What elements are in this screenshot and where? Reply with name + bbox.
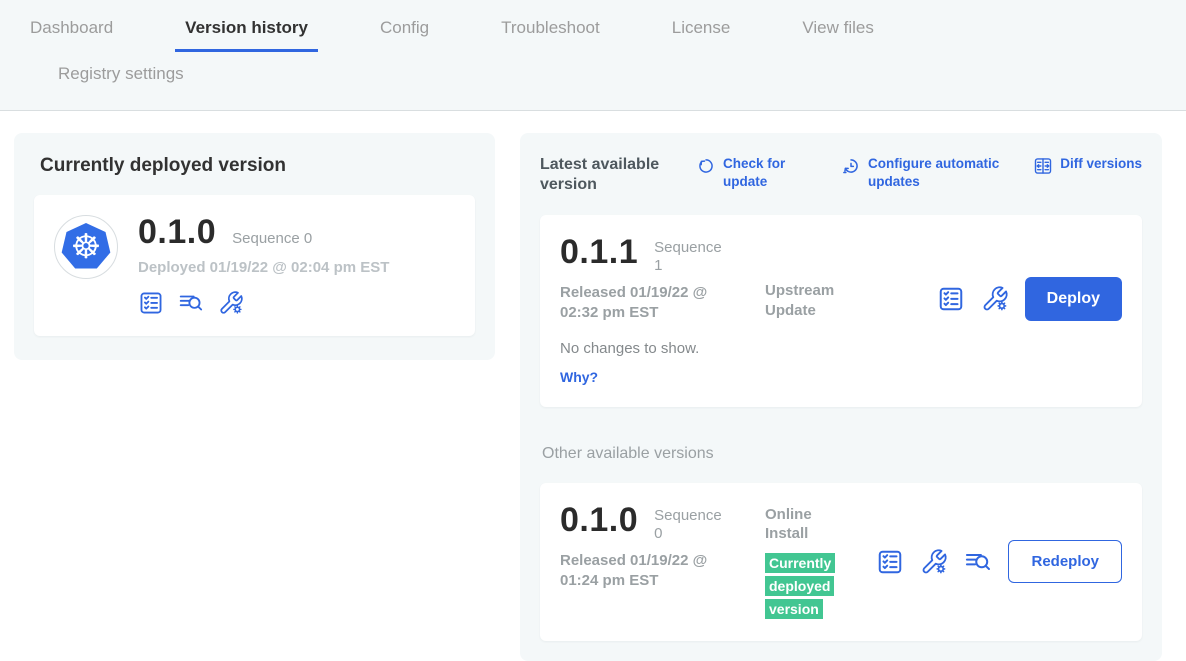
diff-icon <box>1033 156 1053 176</box>
other-sequence-label: Sequence 0 <box>654 503 726 543</box>
currently-deployed-badge: Currently deployed version <box>765 553 835 619</box>
latest-source-label: Upstream Update <box>765 235 860 387</box>
app-navbar: Dashboard Version history Config Trouble… <box>0 0 1186 111</box>
diff-versions-link[interactable]: Diff versions <box>1033 155 1142 176</box>
tab-troubleshoot[interactable]: Troubleshoot <box>491 14 610 52</box>
latest-released-timestamp: Released 01/19/22 @ 02:32 pm EST <box>560 283 738 324</box>
app-logo: ☸ <box>54 215 118 279</box>
no-changes-text: No changes to show. <box>560 340 765 357</box>
configure-automatic-updates-link[interactable]: Configure automatic updates <box>841 155 1010 190</box>
deployed-version-info: 0.1.0 Sequence 0 Deployed 01/19/22 @ 02:… <box>138 215 389 316</box>
other-source-block: Online Install Currently deployed versio… <box>765 503 849 621</box>
tab-license[interactable]: License <box>662 14 741 52</box>
deploy-logs-icon[interactable] <box>178 290 204 316</box>
auto-update-icon <box>841 156 861 176</box>
other-available-versions-title: Other available versions <box>542 445 1142 463</box>
other-source-label: Online Install <box>765 503 849 544</box>
tab-registry-settings[interactable]: Registry settings <box>48 60 1186 98</box>
latest-available-header: Latest available version Check for updat… <box>540 155 1142 195</box>
preflight-checks-icon[interactable] <box>138 290 164 316</box>
deployed-timestamp: Deployed 01/19/22 @ 02:04 pm EST <box>138 259 389 276</box>
available-versions-panel: Latest available version Check for updat… <box>520 133 1162 661</box>
config-icon[interactable] <box>920 548 948 576</box>
tab-dashboard[interactable]: Dashboard <box>20 14 123 52</box>
why-link[interactable]: Why? <box>560 369 598 385</box>
deployed-sequence-label: Sequence 0 <box>232 230 312 247</box>
other-card-actions: Redeploy <box>876 540 1122 583</box>
other-version-card: 0.1.0 Sequence 0 Released 01/19/22 @ 01:… <box>540 483 1142 641</box>
currently-deployed-badge-wrap: Currently deployed version <box>765 552 839 621</box>
configure-automatic-updates-label: Configure automatic updates <box>868 155 1010 190</box>
other-version-info: 0.1.0 Sequence 0 Released 01/19/22 @ 01:… <box>560 503 765 621</box>
preflight-checks-icon[interactable] <box>876 548 904 576</box>
latest-card-actions: Deploy <box>937 277 1122 321</box>
check-for-update-label: Check for update <box>723 155 795 190</box>
config-icon[interactable] <box>218 290 244 316</box>
preflight-checks-icon[interactable] <box>937 285 965 313</box>
deployed-version-card: ☸ 0.1.0 Sequence 0 Deployed 01/19/22 @ 0… <box>34 195 475 336</box>
kubernetes-logo-icon: ☸ <box>60 222 112 272</box>
tab-version-history[interactable]: Version history <box>175 14 318 52</box>
deploy-button[interactable]: Deploy <box>1025 277 1122 321</box>
tab-view-files[interactable]: View files <box>792 14 884 52</box>
other-released-timestamp: Released 01/19/22 @ 01:24 pm EST <box>560 551 738 592</box>
currently-deployed-panel: Currently deployed version ☸ 0.1.0 Seque… <box>14 133 495 360</box>
latest-version-card: 0.1.1 Sequence 1 Released 01/19/22 @ 02:… <box>540 215 1142 407</box>
version-history-page: Currently deployed version ☸ 0.1.0 Seque… <box>0 111 1186 661</box>
other-version-number: 0.1.0 <box>560 503 638 537</box>
redeploy-button[interactable]: Redeploy <box>1008 540 1122 583</box>
navbar-row-primary: Dashboard Version history Config Trouble… <box>20 14 1186 52</box>
latest-version-number: 0.1.1 <box>560 235 638 269</box>
config-icon[interactable] <box>981 285 1009 313</box>
currently-deployed-title: Currently deployed version <box>40 155 475 177</box>
deploy-logs-icon[interactable] <box>964 548 992 576</box>
latest-available-title: Latest available version <box>540 155 672 195</box>
check-for-update-link[interactable]: Check for update <box>696 155 795 190</box>
deployed-version-number: 0.1.0 <box>138 215 216 249</box>
diff-versions-label: Diff versions <box>1060 155 1142 173</box>
navbar-row-secondary: Registry settings <box>20 52 1186 110</box>
latest-sequence-label: Sequence 1 <box>654 235 726 275</box>
refresh-icon <box>696 156 716 176</box>
tab-config[interactable]: Config <box>370 14 439 52</box>
latest-version-info: 0.1.1 Sequence 1 Released 01/19/22 @ 02:… <box>560 235 765 387</box>
